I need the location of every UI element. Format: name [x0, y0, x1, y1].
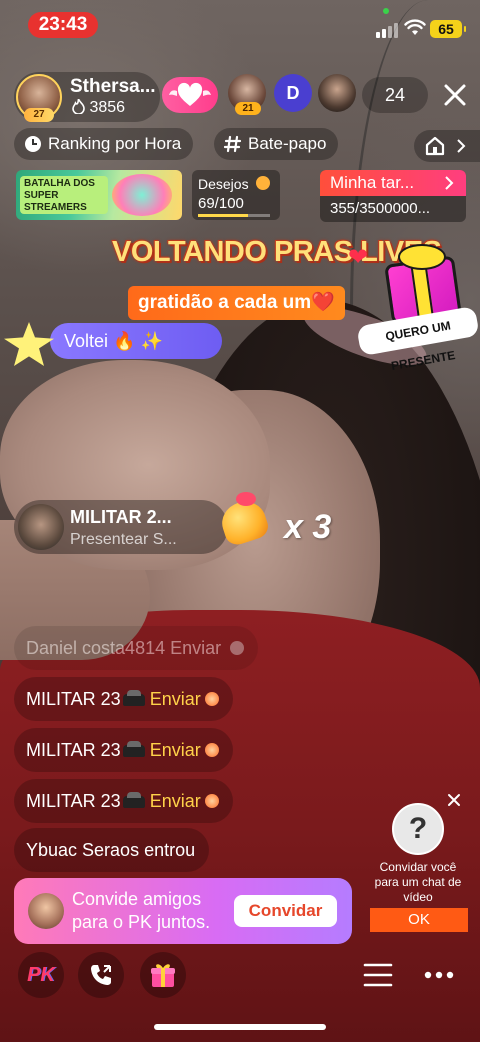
phone-icon [91, 965, 111, 985]
chat-verb: Enviar [149, 791, 201, 811]
chat-verb: Enviar [149, 689, 201, 709]
host-level-badge: 27 [24, 108, 54, 122]
camera-in-use-indicator [383, 8, 389, 14]
gift-item-icon [204, 794, 219, 808]
gift-icon [151, 964, 175, 987]
host-profile-card[interactable]: 27 Sthersa... 3856 [14, 72, 160, 122]
battery-icon: 65 [430, 20, 466, 38]
viewer-avatar[interactable]: 21 [228, 74, 266, 115]
car-badge-icon [122, 741, 145, 757]
gift-sender-name: MILITAR 2... [70, 507, 172, 527]
ranking-chip[interactable]: Ranking por Hora [14, 128, 194, 160]
chat-message[interactable]: Ybuac Seraos entrou [14, 828, 210, 872]
invite-friends-banner[interactable]: Convide amigos para o PK juntos. Convida… [14, 878, 352, 944]
chat-chip[interactable]: Bate-papo [214, 128, 339, 160]
winged-heart-icon [169, 82, 211, 106]
gift-item-icon [204, 743, 219, 757]
chat-user: MILITAR 23 [26, 791, 121, 811]
signal-icon [376, 22, 398, 38]
chat-chip-label: Bate-papo [248, 134, 327, 153]
video-chat-text: Convidar você para um chat de vídeo [374, 860, 462, 904]
chat-verb: Enviar [170, 638, 222, 658]
car-badge-icon [122, 690, 145, 706]
room-home-button[interactable] [414, 130, 480, 162]
battle-banner[interactable]: BATALHA DOS SUPER STREAMERS [16, 170, 182, 220]
pinned-message[interactable]: Voltei 🔥 ✨ [50, 323, 222, 359]
gift-item-icon [204, 692, 219, 706]
gift-item-icon [230, 641, 245, 655]
close-icon[interactable] [440, 80, 470, 110]
battle-banner-text: BATALHA DOS SUPER STREAMERS [20, 176, 108, 214]
viewer-rank-badge: 21 [235, 102, 261, 115]
wishes-progress-fill [198, 214, 248, 217]
video-chat-ok-button[interactable]: OK [370, 908, 468, 932]
coin-icon [256, 176, 270, 190]
status-time: 23:43 [28, 12, 98, 38]
chat-user: MILITAR 23 [26, 740, 121, 760]
clock-icon [25, 136, 41, 152]
wishes-count: 69/100 [198, 195, 244, 212]
wishes-progress-bar [198, 214, 270, 217]
gift-notification[interactable]: MILITAR 2... Presentear S... [14, 500, 228, 554]
chat-verb: Enviar [149, 740, 201, 760]
battle-banner-art [112, 174, 172, 216]
follow-heart-button[interactable] [162, 77, 218, 113]
ranking-chip-label: Ranking por Hora [48, 134, 182, 153]
more-icon[interactable] [424, 970, 454, 980]
chat-message[interactable]: Daniel costa4814 Enviar [14, 626, 259, 670]
task-progress: 355/3500000... [330, 200, 431, 217]
video-chat-avatar[interactable]: ? [392, 803, 444, 855]
chat-user: MILITAR 23 [26, 689, 121, 709]
viewer-count[interactable]: 24 [362, 77, 428, 113]
chevron-right-icon [445, 176, 454, 190]
invite-text: Convide amigos para o PK juntos. [72, 889, 211, 932]
host-likes-count: 3856 [89, 99, 126, 116]
invite-avatar [28, 893, 64, 929]
status-bar: 23:43 65 [0, 0, 480, 48]
chat-verb: entrou [144, 840, 196, 860]
fire-icon [72, 98, 85, 115]
want-gift-badge[interactable]: QUERO UM PRESENTE [356, 240, 480, 373]
chat-message[interactable]: MILITAR 23 Enviar [14, 779, 233, 823]
chat-message[interactable]: MILITAR 23 Enviar [14, 728, 233, 772]
my-task-card[interactable]: Minha tar... 355/3500000... [320, 170, 466, 222]
chat-user: Ybuac Seraos [26, 840, 140, 860]
pk-button[interactable]: PK [18, 952, 64, 998]
gift-multiplier: x 3 [284, 508, 332, 546]
close-icon[interactable] [446, 792, 462, 808]
bell-gift-icon [216, 492, 272, 548]
invite-button[interactable]: Convidar [234, 895, 337, 927]
home-indicator [154, 1024, 326, 1030]
wishes-card[interactable]: Desejos 69/100 [192, 170, 280, 220]
viewer-avatar[interactable] [318, 74, 356, 112]
home-icon [425, 136, 445, 156]
gift-sender-avatar[interactable] [18, 504, 64, 550]
chat-message[interactable]: MILITAR 23 Enviar [14, 677, 233, 721]
pk-label: PK [27, 963, 55, 986]
promo-subtitle: gratidão a cada um❤️ [128, 286, 345, 320]
car-badge-icon [122, 792, 145, 808]
wifi-icon [404, 19, 426, 35]
host-likes: 3856 [72, 98, 126, 117]
viewer-avatar[interactable]: D [274, 74, 312, 112]
chevron-right-icon [457, 139, 466, 153]
wishes-title: Desejos [198, 176, 249, 192]
host-name: Sthersa... [70, 76, 156, 97]
hash-icon [224, 135, 242, 153]
call-button[interactable] [78, 952, 124, 998]
chat-user: Daniel costa4814 [26, 638, 166, 658]
gift-bow [398, 244, 446, 270]
gift-action: Presentear S... [70, 531, 177, 548]
gift-button[interactable] [140, 952, 186, 998]
menu-icon[interactable] [363, 962, 393, 988]
